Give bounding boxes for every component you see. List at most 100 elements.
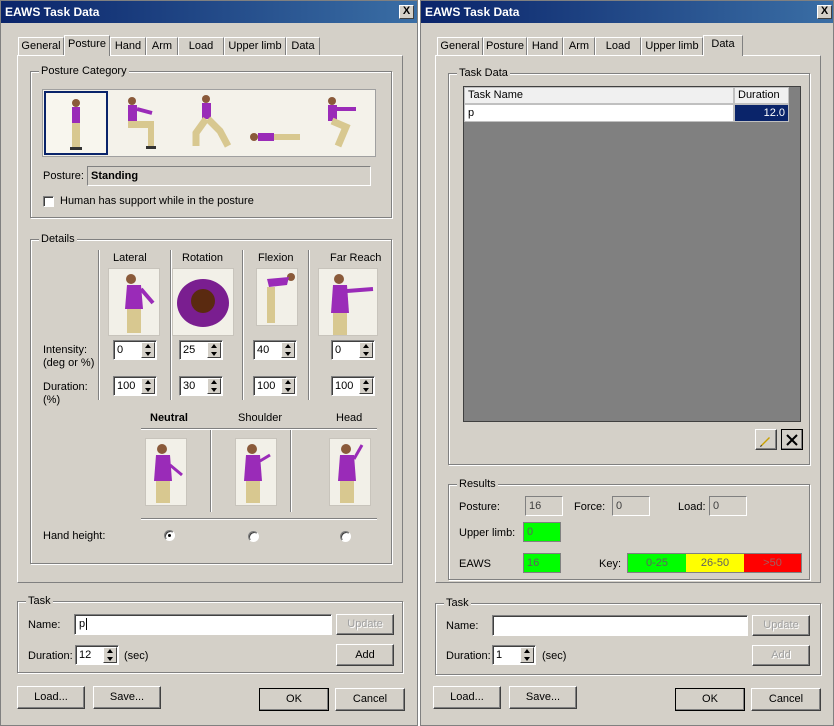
right-cancel-button[interactable]: Cancel xyxy=(751,688,821,711)
left-task-legend: Task xyxy=(26,595,53,608)
edit-pencil-button[interactable] xyxy=(755,429,777,450)
right-update-button[interactable]: Update xyxy=(752,615,810,636)
text-cursor xyxy=(86,618,88,631)
task-data-table: Task Name Duration p 12.0 xyxy=(463,86,801,422)
task-data-legend: Task Data xyxy=(457,67,510,80)
results-force-label: Force: xyxy=(574,501,606,513)
posture-kneeling-thumb[interactable] xyxy=(176,91,240,155)
hand-height-neutral-radio[interactable] xyxy=(164,530,175,541)
right-load-button[interactable]: Load... xyxy=(433,686,501,709)
results-legend: Results xyxy=(457,478,498,491)
right-add-button[interactable]: Add xyxy=(752,645,810,666)
hand-shoulder-image xyxy=(235,438,277,506)
right-task-name-input[interactable] xyxy=(492,615,748,636)
header-task-name[interactable]: Task Name xyxy=(464,87,734,104)
left-ok-button[interactable]: OK xyxy=(259,688,329,711)
spinner-arrows-icon[interactable] xyxy=(207,378,221,394)
tab-arm[interactable]: Arm xyxy=(563,37,595,55)
intensity-unit-label: (deg or %) xyxy=(43,357,95,369)
tab-general[interactable]: General xyxy=(18,37,64,55)
rotation-intensity-spinner[interactable]: 25 xyxy=(179,340,223,360)
delete-button[interactable] xyxy=(781,429,803,450)
support-checkbox[interactable] xyxy=(43,196,54,207)
hand-neutral-label: Neutral xyxy=(150,412,188,424)
table-header-row: Task Name Duration xyxy=(464,87,789,104)
spinner-arrows-icon[interactable] xyxy=(207,342,221,358)
tab-hand[interactable]: Hand xyxy=(527,37,563,55)
column-rotation-label: Rotation xyxy=(182,252,223,264)
tab-upper-limb[interactable]: Upper limb xyxy=(224,37,286,55)
spinner-arrows-icon[interactable] xyxy=(359,378,373,394)
lateral-intensity-spinner[interactable]: 0 xyxy=(113,340,157,360)
results-load-field: 0 xyxy=(709,496,747,516)
left-task-name-input[interactable]: p xyxy=(74,614,332,635)
tab-load[interactable]: Load xyxy=(595,37,641,55)
left-load-button[interactable]: Load... xyxy=(17,686,85,709)
left-title-bar: EAWS Task Data xyxy=(1,1,417,23)
row-duration[interactable]: 12.0 xyxy=(734,104,789,122)
right-tab-page: Task Data Task Name Duration p 12.0 Resu… xyxy=(435,55,821,583)
flexion-duration-spinner[interactable]: 100 xyxy=(253,376,297,396)
spinner-arrows-icon[interactable] xyxy=(520,647,534,663)
posture-standing-thumb[interactable] xyxy=(44,91,108,155)
results-posture-label: Posture: xyxy=(459,501,500,513)
right-task-duration-spinner[interactable]: 1 xyxy=(492,645,536,665)
right-close-icon[interactable]: X xyxy=(817,5,832,19)
table-row[interactable]: p 12.0 xyxy=(464,104,789,122)
right-save-button[interactable]: Save... xyxy=(509,686,577,709)
left-cancel-button[interactable]: Cancel xyxy=(335,688,405,711)
posture-sitting-thumb[interactable] xyxy=(110,91,174,155)
right-ok-button[interactable]: OK xyxy=(675,688,745,711)
spinner-arrows-icon[interactable] xyxy=(141,378,155,394)
left-close-icon[interactable]: X xyxy=(399,5,414,19)
key-yellow-range: 26-50 xyxy=(686,554,744,572)
spinner-arrows-icon[interactable] xyxy=(141,342,155,358)
left-task-duration-unit: (sec) xyxy=(124,650,149,662)
posture-squatting-thumb[interactable] xyxy=(308,91,372,155)
hand-separator xyxy=(210,430,212,512)
tab-data[interactable]: Data xyxy=(286,37,320,55)
left-save-button[interactable]: Save... xyxy=(93,686,161,709)
tab-data[interactable]: Data xyxy=(703,35,743,56)
spinner-arrows-icon[interactable] xyxy=(281,342,295,358)
hand-height-shoulder-radio[interactable] xyxy=(248,531,259,542)
spinner-arrows-icon[interactable] xyxy=(103,647,117,663)
results-upper-limb-field: 0 xyxy=(523,522,561,542)
tab-upper-limb[interactable]: Upper limb xyxy=(641,37,703,55)
duration-label: Duration: xyxy=(43,381,88,393)
far-reach-duration-spinner[interactable]: 100 xyxy=(331,376,375,396)
lateral-duration-spinner[interactable]: 100 xyxy=(113,376,157,396)
left-update-button[interactable]: Update xyxy=(336,614,394,635)
tab-hand[interactable]: Hand xyxy=(110,37,146,55)
hand-separator xyxy=(290,430,292,512)
row-task-name[interactable]: p xyxy=(464,104,734,122)
posture-lying-thumb[interactable] xyxy=(242,91,306,155)
column-flexion-label: Flexion xyxy=(258,252,294,264)
tab-posture[interactable]: Posture xyxy=(64,35,110,56)
duration-unit-label: (%) xyxy=(43,394,61,406)
pencil-icon xyxy=(760,437,770,447)
results-key-label: Key: xyxy=(599,558,622,570)
hand-shoulder-label: Shoulder xyxy=(238,412,283,424)
rotation-duration-spinner[interactable]: 30 xyxy=(179,376,223,396)
far-reach-intensity-spinner[interactable]: 0 xyxy=(331,340,375,360)
key-green-range: 0-25 xyxy=(628,554,686,572)
hand-height-head-radio[interactable] xyxy=(340,531,351,542)
spinner-arrows-icon[interactable] xyxy=(359,342,373,358)
column-far-reach-label: Far Reach xyxy=(330,252,382,264)
tab-arm[interactable]: Arm xyxy=(146,37,178,55)
flexion-intensity-spinner[interactable]: 40 xyxy=(253,340,297,360)
tab-posture[interactable]: Posture xyxy=(483,37,527,55)
left-eaws-window: EAWS Task Data X General Posture Hand Ar… xyxy=(0,0,418,726)
tab-general[interactable]: General xyxy=(437,37,483,55)
header-duration[interactable]: Duration xyxy=(734,87,789,104)
posture-value: Standing xyxy=(91,170,139,182)
results-load-label: Load: xyxy=(678,501,706,513)
hand-top-separator xyxy=(141,428,377,430)
hand-bottom-separator xyxy=(141,518,377,520)
left-task-duration-spinner[interactable]: 12 xyxy=(75,645,119,665)
spinner-arrows-icon[interactable] xyxy=(281,378,295,394)
tab-load[interactable]: Load xyxy=(178,37,224,55)
left-add-button[interactable]: Add xyxy=(336,644,394,666)
details-group: Details Lateral Rotation Flexion Far Rea… xyxy=(30,233,392,564)
